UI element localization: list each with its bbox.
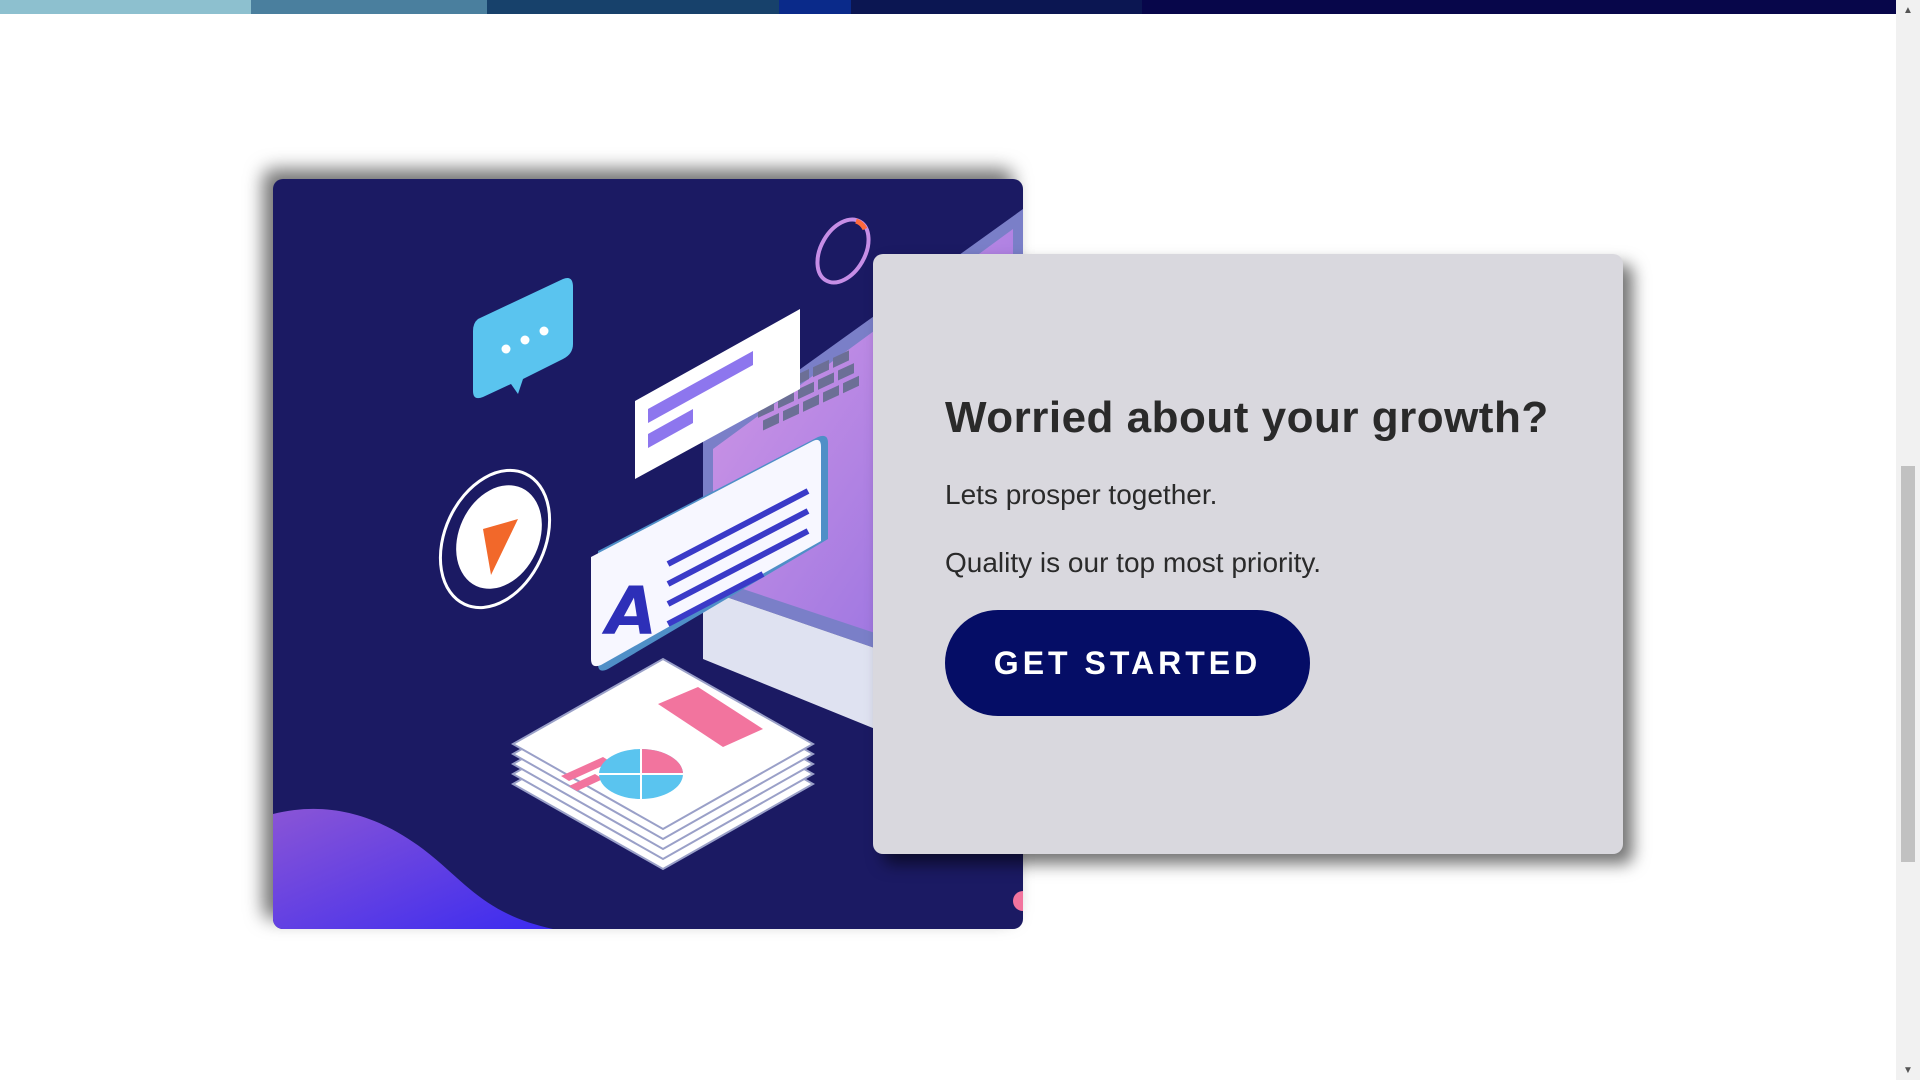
decor-dot (1013, 891, 1023, 911)
document-letter: A (601, 573, 657, 650)
hero-heading: Worried about your growth? (945, 393, 1549, 442)
loading-ring-icon (815, 217, 871, 285)
wave-shape (273, 808, 553, 929)
vertical-scrollbar[interactable]: ▲ ▼ (1896, 0, 1920, 1080)
scroll-down-icon[interactable]: ▼ (1896, 1060, 1920, 1080)
hero-info-card: Worried about your growth? Lets prosper … (873, 254, 1623, 854)
get-started-button[interactable]: GET STARTED (945, 610, 1310, 716)
hero-quality-text: Quality is our top most priority. (945, 547, 1322, 578)
hero-tagline: Lets prosper together. (945, 479, 1218, 510)
page: A Worried about your growth? Lets prospe… (0, 0, 1920, 1080)
strip-segment (779, 0, 851, 14)
play-icon (438, 468, 552, 610)
report-stack-icon (510, 657, 816, 871)
strip-segment (1142, 0, 1896, 14)
strip-segment (487, 0, 779, 14)
strip-segment (0, 0, 251, 14)
top-color-strip (0, 0, 1896, 14)
scroll-up-icon[interactable]: ▲ (1896, 0, 1920, 20)
strip-segment (851, 0, 1142, 14)
chat-bubble-icon (473, 278, 573, 399)
scrollbar-thumb[interactable] (1901, 466, 1915, 862)
strip-segment (251, 0, 487, 14)
